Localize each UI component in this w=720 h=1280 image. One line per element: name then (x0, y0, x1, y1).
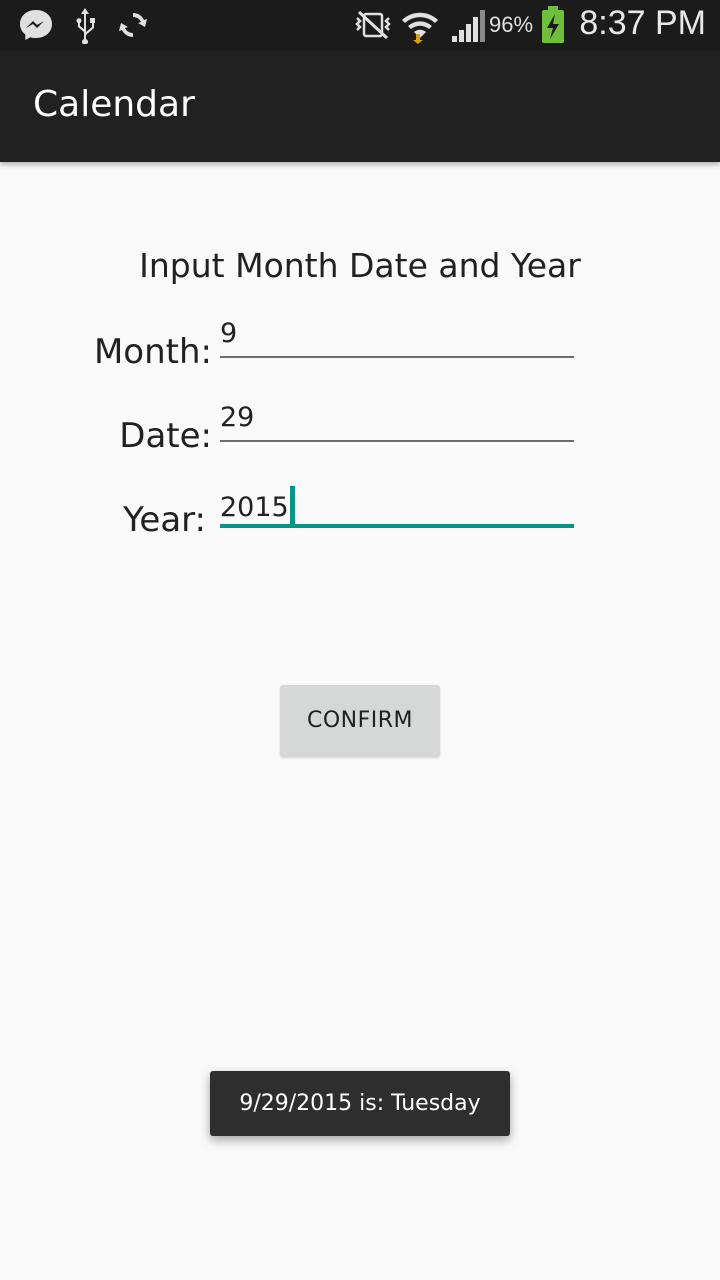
confirm-button[interactable]: CONFIRM (280, 685, 440, 757)
date-underline (220, 440, 574, 442)
status-time: 8:37 PM (579, 4, 706, 42)
app-bar: Calendar (0, 50, 720, 162)
text-cursor (289, 486, 295, 526)
date-label: Date: (119, 416, 212, 456)
battery-charging-icon (540, 6, 566, 48)
form-heading: Input Month Date and Year (139, 246, 581, 285)
month-value: 9 (220, 318, 238, 349)
status-bar: 96% 8:37 PM (0, 0, 720, 50)
month-label: Month: (93, 332, 212, 372)
app-title: Calendar (33, 84, 195, 125)
date-field[interactable]: 29 (220, 402, 574, 442)
result-toast: 9/29/2015 is: Tuesday (210, 1071, 510, 1136)
month-underline (220, 356, 574, 358)
wifi-icon (400, 8, 440, 48)
year-underline (220, 524, 574, 528)
signal-icon (450, 8, 486, 48)
nfc-muted-icon (353, 8, 393, 46)
usb-icon (72, 8, 98, 48)
year-field[interactable]: 2015 (220, 486, 574, 528)
date-value: 29 (220, 402, 255, 433)
year-label: Year: (123, 500, 206, 540)
month-field[interactable]: 9 (220, 318, 574, 358)
battery-percent: 96% (489, 12, 534, 37)
year-value: 2015 (220, 492, 289, 523)
sync-icon (116, 8, 150, 46)
messenger-icon (18, 8, 54, 46)
